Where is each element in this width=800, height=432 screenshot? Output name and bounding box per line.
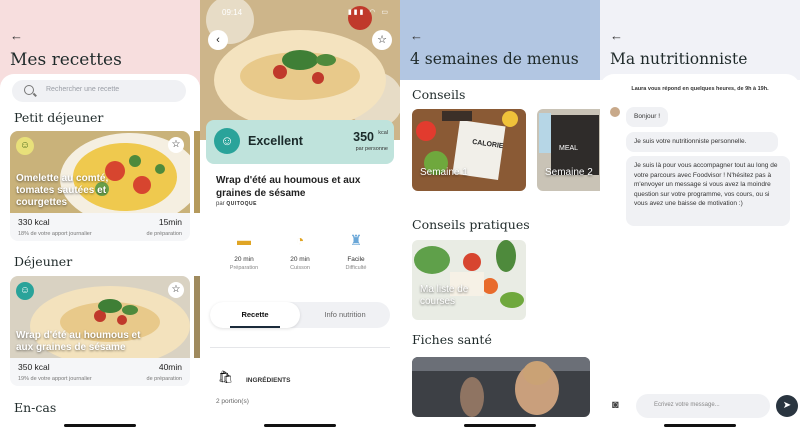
camera-icon[interactable]: ◙	[612, 399, 619, 411]
divider	[210, 347, 390, 348]
section-title-health-sheets: Fiches santé	[412, 332, 492, 347]
chat-panel	[600, 74, 800, 432]
cook-time: ◔ 20 min Cuisson	[270, 232, 330, 271]
by-label: par	[216, 201, 225, 207]
favorite-star-icon[interactable]: ☆	[168, 137, 184, 153]
back-arrow-icon[interactable]: ←	[10, 28, 23, 43]
difficulty: ♜ Facile Difficulté	[326, 232, 386, 271]
prep-label: Préparation	[229, 265, 259, 271]
chat-message: Je suis là pour vous accompagner tout au…	[626, 156, 790, 226]
brand-logo: QUITOQUE	[226, 201, 257, 207]
portions-count: 2 portion(s)	[216, 398, 249, 405]
header-background	[400, 0, 600, 80]
wrap-hero-image	[200, 0, 400, 140]
avatar	[610, 107, 620, 117]
smiley-good-icon: ☺	[16, 137, 34, 155]
recipe-detail-screen: 09:14 ▮▮▮ ◠ ▭ ‹ ☆ ☺ Excellent 350 kcal p…	[200, 0, 400, 432]
home-indicator	[264, 424, 336, 427]
nutrition-score-banner: ☺ Excellent 350 kcal par personne	[206, 120, 394, 164]
search-placeholder: Rechercher une recette	[46, 86, 120, 93]
favorite-star-icon[interactable]: ☆	[168, 282, 184, 298]
shopping-list-label: Ma liste de courses	[420, 284, 469, 307]
recipe-title: Wrap d'été au houmous et aux graines de …	[216, 175, 361, 199]
fitness-image	[412, 357, 590, 417]
recipe-card-time-sub: de préparation	[146, 231, 182, 237]
recipe-card-kcal: 350 kcal	[18, 362, 50, 372]
response-time-notice: Laura vous répond en quelques heures, de…	[631, 86, 769, 92]
recipe-card-time: 15min	[158, 217, 182, 227]
send-button[interactable]: ➤	[776, 395, 798, 417]
difficulty-label: Difficulté	[345, 265, 367, 271]
section-title-tips: Conseils	[412, 87, 466, 102]
difficulty-value: Facile	[347, 256, 365, 263]
week-2-tile[interactable]: MEAL Semaine 2	[537, 109, 600, 191]
shopping-list-tile[interactable]: Ma liste de courses	[412, 240, 526, 320]
header-background	[600, 0, 800, 80]
smiley-excellent-icon: ☺	[214, 128, 240, 154]
favorite-star-icon[interactable]: ☆	[372, 30, 392, 50]
chef-hat-icon: ♜	[349, 232, 363, 248]
smiley-excellent-icon: ☺	[16, 282, 34, 300]
recipe-card-omelette[interactable]: ☺ ☆ Omelette au comté, tomates sautées e…	[10, 131, 190, 241]
back-arrow-icon[interactable]: ←	[610, 28, 623, 43]
menus-screen: ← 4 semaines de menus Conseils CALORIE S…	[400, 0, 600, 432]
page-title: 4 semaines de menus	[410, 50, 579, 68]
message-composer: ◙ Ecrivez votre message... ➤	[606, 393, 798, 419]
back-arrow-icon[interactable]: ←	[410, 28, 423, 43]
active-tab-underline	[230, 326, 280, 328]
page-title: Mes recettes	[10, 50, 122, 70]
page-title: Ma nutritionniste	[610, 50, 748, 68]
search-icon	[24, 85, 34, 95]
section-title-lunch: Déjeuner	[14, 254, 73, 269]
health-sheet-tile[interactable]	[412, 357, 590, 417]
kcal-per-person: par personne	[355, 146, 388, 152]
timer-icon: ◔	[295, 232, 305, 248]
message-placeholder: Ecrivez votre message...	[654, 402, 720, 408]
ingredients-heading: INGRÉDIENTS	[246, 377, 291, 384]
chat-message: Je suis votre nutritionniste personnelle…	[626, 132, 778, 152]
cook-value: 20 min	[290, 256, 310, 263]
recipe-card-time-sub: de préparation	[146, 376, 182, 382]
back-button[interactable]: ‹	[208, 30, 228, 50]
week-1-label: Semaine 1	[420, 167, 468, 178]
week-1-tile[interactable]: CALORIE Semaine 1	[412, 109, 526, 191]
nutritionist-chat-screen: ← Ma nutritionniste Laura vous répond en…	[600, 0, 800, 432]
prep-value: 20 min	[234, 256, 254, 263]
recipe-tabs: Recette Info nutrition	[210, 302, 390, 328]
vegetables-image	[412, 240, 526, 320]
knife-board-icon: ▬	[237, 232, 251, 248]
search-input[interactable]: Rechercher une recette	[12, 80, 186, 102]
week-2-label: Semaine 2	[545, 167, 593, 178]
meal-sign: MEAL	[559, 145, 579, 152]
status-icons: ▮▮▮ ◠ ▭	[347, 9, 390, 16]
tab-nutrition-info[interactable]: Info nutrition	[300, 302, 390, 328]
cook-label: Cuisson	[290, 265, 310, 271]
score-label: Excellent	[248, 134, 303, 148]
message-input[interactable]: Ecrivez votre message...	[636, 394, 770, 418]
section-title-breakfast: Petit déjeuner	[14, 110, 104, 125]
grocery-bag-icon: 🛍	[218, 370, 234, 384]
recipe-card-title: Wrap d'été au houmous et aux graines de …	[16, 330, 141, 353]
tab-recipe[interactable]: Recette	[210, 302, 300, 328]
kcal-value: 350	[353, 130, 374, 144]
home-indicator	[64, 424, 136, 427]
recipe-card-title: Omelette au comté, tomates sautées et co…	[16, 173, 109, 208]
home-indicator	[664, 424, 736, 427]
recipes-screen: ← Mes recettes Rechercher une recette Pe…	[0, 0, 200, 432]
kcal-unit: kcal	[378, 130, 388, 136]
chat-message: Bonjour !	[626, 107, 669, 127]
recipe-card-kcal: 330 kcal	[18, 217, 50, 227]
home-indicator	[464, 424, 536, 427]
recipe-card-wrap[interactable]: ☺ ☆ Wrap d'été au houmous et aux graines…	[10, 276, 190, 386]
recipe-card-kcal-sub: 18% de votre apport journalier	[18, 231, 92, 237]
recipe-card-time: 40min	[158, 362, 182, 372]
section-title-practical-tips: Conseils pratiques	[412, 217, 530, 232]
section-title-snack: En-cas	[14, 400, 57, 415]
prep-time: ▬ 20 min Préparation	[214, 232, 274, 271]
status-time: 09:14	[222, 8, 243, 17]
recipe-author: par QUITOQUE	[216, 201, 257, 207]
recipe-card-kcal-sub: 19% de votre apport journalier	[18, 376, 92, 382]
